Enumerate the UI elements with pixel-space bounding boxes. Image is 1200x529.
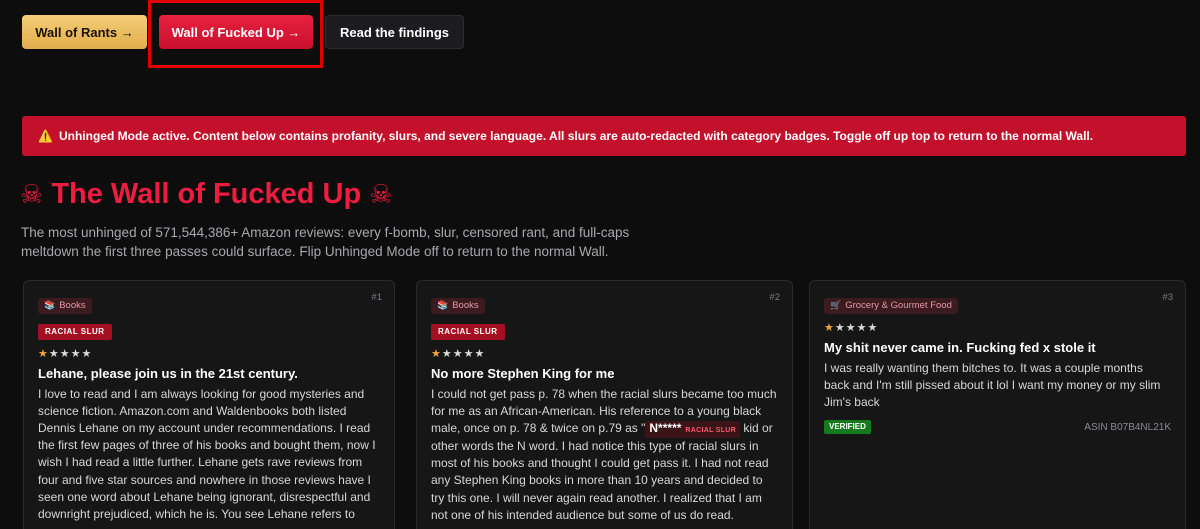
star-filled: ★ — [38, 347, 49, 360]
review-title: No more Stephen King for me — [431, 365, 615, 381]
review-body: I could not get pass p. 78 when the raci… — [431, 386, 778, 524]
page-title-text: The Wall of Fucked Up — [51, 178, 362, 210]
star-empty: ★★★★ — [441, 347, 486, 360]
category-tag[interactable]: 🛒 Grocery & Gourmet Food — [824, 297, 958, 314]
star-rating: ★★★★★ — [824, 321, 1171, 334]
unhinged-warning-banner: ⚠️ Unhinged Mode active. Content below c… — [22, 116, 1186, 156]
category-tag[interactable]: 📚 Books — [38, 297, 92, 314]
page-title: ☠ The Wall of Fucked Up ☠ — [20, 178, 393, 211]
card-footer: VERIFIED ASIN B07B4NL21K — [824, 420, 1171, 435]
review-card: #1 📚 Books RACIAL SLUR ★★★★★ Lehane, ple… — [23, 280, 395, 529]
star-empty: ★★★★ — [834, 321, 879, 334]
star-filled: ★ — [824, 321, 835, 334]
warning-icon: ⚠️ — [38, 129, 53, 143]
page-subtitle: The most unhinged of 571,544,386+ Amazon… — [21, 225, 630, 259]
redacted-text: N***** — [649, 420, 682, 435]
review-title: Lehane, please join us in the 21st centu… — [38, 365, 298, 381]
card-number: #1 — [371, 292, 382, 303]
top-nav: Wall of Rants → Wall of Fucked Up → Read… — [22, 15, 464, 49]
star-rating: ★★★★★ — [431, 347, 778, 360]
read-findings-button[interactable]: Read the findings — [325, 15, 464, 49]
grocery-icon: 🛒 — [830, 300, 842, 310]
warning-text: Unhinged Mode active. Content below cont… — [58, 129, 1094, 143]
category-tag[interactable]: 📚 Books — [431, 297, 485, 314]
redacted-word: N***** RACIAL SLUR — [645, 420, 741, 438]
wall-of-fucked-up-button[interactable]: Wall of Fucked Up → — [159, 15, 313, 49]
skull-icon: ☠ — [20, 179, 44, 209]
book-icon: 📚 — [44, 300, 56, 310]
star-filled: ★ — [431, 347, 442, 360]
review-body: I was really wanting them bitches to. It… — [824, 360, 1161, 409]
slur-badge: RACIAL SLUR — [431, 323, 505, 340]
review-card: #2 📚 Books RACIAL SLUR ★★★★★ No more Ste… — [416, 280, 793, 529]
verified-badge: VERIFIED — [824, 420, 871, 435]
category-label: Books — [59, 300, 86, 311]
star-rating: ★★★★★ — [38, 347, 380, 360]
review-card: #3 🛒 Grocery & Gourmet Food ★★★★★ My shi… — [809, 280, 1186, 529]
category-label: Books — [452, 300, 479, 311]
card-number: #3 — [1162, 292, 1173, 303]
skull-icon: ☠ — [369, 179, 393, 209]
category-label: Grocery & Gourmet Food — [845, 300, 952, 311]
star-empty: ★★★★ — [48, 347, 93, 360]
asin-label: ASIN B07B4NL21K — [1084, 421, 1171, 433]
review-body: I love to read and I am always looking f… — [38, 386, 376, 521]
wall-of-rants-button[interactable]: Wall of Rants → — [22, 15, 147, 49]
review-title: My shit never came in. Fucking fed x sto… — [824, 339, 1096, 355]
slur-badge: RACIAL SLUR — [38, 323, 112, 340]
redacted-category: RACIAL SLUR — [685, 426, 737, 434]
book-icon: 📚 — [437, 300, 449, 310]
card-number: #2 — [769, 292, 780, 303]
